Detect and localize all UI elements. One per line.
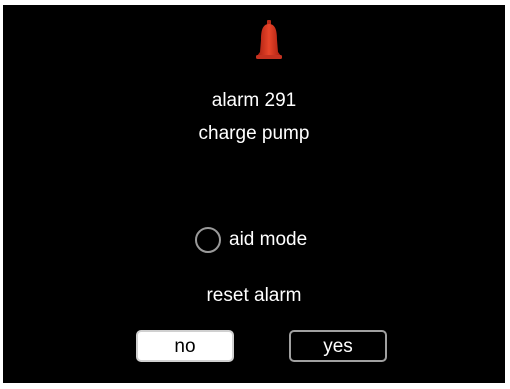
alarm-code: alarm 291 bbox=[211, 90, 297, 111]
aid-mode-toggle[interactable]: aid mode bbox=[195, 225, 307, 255]
aid-mode-label: aid mode bbox=[229, 229, 308, 250]
alarm-description: charge pump bbox=[198, 123, 310, 144]
bell-icon bbox=[256, 20, 282, 62]
no-button[interactable]: no bbox=[136, 330, 234, 362]
aid-mode-radio[interactable] bbox=[195, 227, 221, 253]
reset-alarm-label: reset alarm bbox=[206, 285, 302, 306]
alarm-screen: alarm 291 charge pump aid mode reset ala… bbox=[3, 5, 505, 383]
yes-button[interactable]: yes bbox=[289, 330, 387, 362]
